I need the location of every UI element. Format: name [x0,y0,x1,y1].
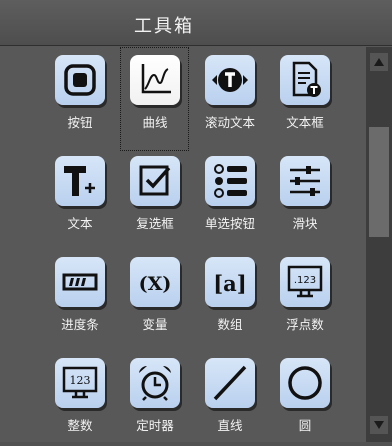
tool-label: 圆 [298,418,312,433]
svg-text:(X): (X) [139,273,172,295]
tool-slider-tile[interactable] [280,156,330,206]
tool-circle[interactable]: 圆 [265,350,345,446]
tool-label: 数组 [217,317,243,332]
progress-bar-icon [62,273,98,291]
tool-circle-tile[interactable] [280,358,330,408]
tool-progress-bar[interactable]: 进度条 [40,249,120,345]
tool-text-box-tile[interactable] [280,55,330,105]
toolbox-title: 工具箱 [134,16,194,37]
tool-slider[interactable]: 滑块 [265,148,345,244]
tool-integer-tile[interactable]: 123 [55,358,105,408]
scroll-text-icon [212,68,248,92]
radio-button-icon [214,164,247,198]
tool-line[interactable]: 直线 [190,350,270,446]
tool-label: 变量 [142,317,168,332]
chevron-down-icon [374,421,384,429]
text-box-icon [292,61,321,97]
tool-label: 整数 [67,418,93,433]
tool-label: 按钮 [67,115,93,130]
variable-icon: (X) [139,273,172,295]
toolbox-titlebar: 工具箱 [0,0,392,46]
vertical-scrollbar[interactable] [366,47,392,442]
tool-progress-bar-tile[interactable] [55,257,105,307]
tool-timer[interactable]: 定时器 [115,350,195,446]
tool-label: 复选框 [136,216,174,231]
svg-text:.123: .123 [294,275,316,286]
tool-variable-tile[interactable]: (X) [130,257,180,307]
timer-icon [139,365,171,401]
tool-array-tile[interactable]: [a] [205,257,255,307]
toolbox-panel: 工具箱 按钮 曲线 滚动文本 文本框 文本 复选框 单选按钮 滑块 进度条 (X… [0,0,392,442]
tool-checkbox-tile[interactable] [130,156,180,206]
chevron-up-icon [374,58,384,66]
tool-text-tile[interactable] [55,156,105,206]
slider-icon [290,166,320,196]
tool-curve-tile[interactable] [130,55,180,105]
tool-float-tile[interactable]: .123 [280,257,330,307]
tool-label: 定时器 [136,418,174,433]
scroll-down-button[interactable] [370,416,388,434]
line-icon [213,365,247,401]
tool-label: 文本框 [286,115,324,130]
tool-scroll-text[interactable]: 滚动文本 [190,47,270,143]
checkbox-icon [139,165,171,196]
tool-grid: 按钮 曲线 滚动文本 文本框 文本 复选框 单选按钮 滑块 进度条 (X) 变量… [0,47,366,442]
svg-text:[a]: [a] [213,271,246,296]
tool-button-tile[interactable] [55,55,105,105]
tool-label: 进度条 [61,317,99,332]
tool-array[interactable]: [a] 数组 [190,249,270,345]
scroll-up-button[interactable] [370,53,388,71]
tool-label: 滑块 [292,216,318,231]
tool-label: 单选按钮 [204,216,255,231]
curve-icon [141,64,171,94]
integer-icon: 123 [62,366,98,399]
tool-float[interactable]: .123 浮点数 [265,249,345,345]
text-icon [64,166,95,196]
tool-label: 曲线 [142,115,168,130]
button-icon [64,64,96,96]
tool-radio-button-tile[interactable] [205,156,255,206]
tool-integer[interactable]: 123 整数 [40,350,120,446]
tool-label: 滚动文本 [204,115,255,130]
tool-variable[interactable]: (X) 变量 [115,249,195,345]
tool-text[interactable]: 文本 [40,148,120,244]
array-icon: [a] [213,271,246,296]
scrollbar-thumb[interactable] [369,127,389,237]
tool-line-tile[interactable] [205,358,255,408]
tool-scroll-text-tile[interactable] [205,55,255,105]
tool-button[interactable]: 按钮 [40,47,120,143]
tool-label: 浮点数 [286,317,324,332]
svg-text:123: 123 [70,374,91,387]
tool-checkbox[interactable]: 复选框 [115,148,195,244]
tool-timer-tile[interactable] [130,358,180,408]
tool-label: 文本 [67,216,93,231]
tool-radio-button[interactable]: 单选按钮 [190,148,270,244]
tool-label: 直线 [217,418,243,433]
tool-text-box[interactable]: 文本框 [265,47,345,143]
tool-curve[interactable]: 曲线 [115,47,195,151]
float-icon: .123 [287,265,323,298]
circle-icon [288,366,322,400]
